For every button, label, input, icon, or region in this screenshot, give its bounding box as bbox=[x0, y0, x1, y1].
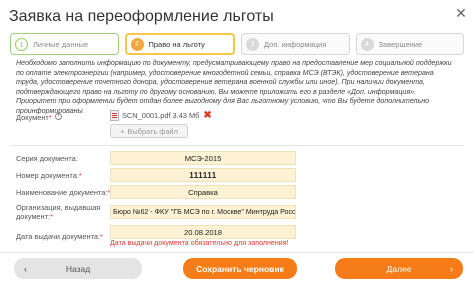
org-label-row: Организация, выдавшая документ:* bbox=[16, 203, 100, 221]
next-button[interactable]: Далее › bbox=[335, 258, 463, 279]
footer-divider bbox=[0, 252, 474, 253]
name-label: Наименование документа: bbox=[16, 188, 108, 197]
page-title: Заявка на переоформление льготы bbox=[9, 8, 274, 25]
required-mark: * bbox=[50, 212, 53, 221]
step-label: Завершение bbox=[378, 39, 423, 49]
required-mark: * bbox=[100, 232, 103, 241]
required-mark: * bbox=[48, 113, 52, 122]
choose-file-label: Выбрать файл bbox=[127, 126, 178, 136]
plus-icon: + bbox=[120, 126, 125, 136]
org-label-line2: документ: bbox=[16, 212, 51, 221]
series-field[interactable]: МСЭ-2015 bbox=[110, 151, 296, 165]
step-number: 1 bbox=[15, 37, 28, 51]
org-label-line1: Организация, выдавшая bbox=[16, 203, 101, 212]
step-additional-info[interactable]: 3 Доп. информация bbox=[241, 33, 350, 55]
name-label-row: Наименование документа:* bbox=[16, 188, 110, 197]
number-label-row: Номер документа:* bbox=[16, 171, 82, 180]
step-number: 3 bbox=[246, 37, 259, 51]
choose-file-button[interactable]: + Выбрать файл bbox=[110, 124, 188, 138]
save-draft-button[interactable]: Сохранить черновик bbox=[183, 258, 297, 279]
step-completion[interactable]: 4 Завершение bbox=[355, 33, 464, 55]
back-button[interactable]: ‹ Назад bbox=[14, 258, 142, 279]
step-personal-data[interactable]: 1 Личные данные bbox=[10, 33, 119, 55]
wizard-steps: 1 Личные данные 2 Право на льготу 3 Доп.… bbox=[10, 33, 464, 55]
file-name-link[interactable]: SCN_0001.pdf 3.43 Мб bbox=[122, 111, 199, 120]
document-label: Документ bbox=[16, 113, 49, 122]
pdf-file-icon bbox=[110, 110, 119, 121]
close-icon[interactable]: ✕ bbox=[454, 6, 468, 20]
step-label: Личные данные bbox=[33, 39, 89, 49]
name-field[interactable]: Справка bbox=[110, 185, 296, 199]
step-benefit-right[interactable]: 2 Право на льготу bbox=[124, 33, 235, 55]
step-number: 2 bbox=[130, 37, 144, 51]
document-label-row: Документ* ? bbox=[16, 113, 62, 122]
save-draft-label: Сохранить черновик bbox=[196, 263, 284, 274]
attached-file: SCN_0001.pdf 3.43 Мб ✖ bbox=[110, 110, 212, 121]
step-label: Право на льготу bbox=[148, 39, 205, 49]
step-label: Доп. информация bbox=[264, 39, 327, 49]
next-button-label: Далее bbox=[386, 263, 412, 274]
date-label: Дата выдачи документа: bbox=[16, 232, 101, 241]
chevron-left-icon: ‹ bbox=[24, 263, 27, 274]
instructions-text: Необходимо заполнить информацию по докум… bbox=[16, 59, 452, 115]
chevron-right-icon: › bbox=[450, 263, 453, 274]
date-field[interactable]: 20.08.2018 bbox=[110, 225, 296, 239]
number-field[interactable]: 111111 bbox=[110, 168, 296, 182]
help-icon[interactable]: ? bbox=[54, 113, 62, 120]
date-label-row: Дата выдачи документа:* bbox=[16, 232, 103, 241]
step-number: 4 bbox=[360, 37, 374, 51]
series-label: Серия документа: bbox=[16, 154, 78, 163]
date-error-message: Дата выдачи документа обязательно для за… bbox=[110, 239, 289, 247]
delete-file-icon[interactable]: ✖ bbox=[203, 110, 211, 120]
divider bbox=[10, 145, 464, 146]
number-label: Номер документа: bbox=[16, 171, 79, 180]
org-field[interactable]: Бюро №62 - ФКУ "ГБ МСЭ по г. Москве" Мин… bbox=[110, 205, 296, 219]
required-mark: * bbox=[78, 171, 82, 180]
back-button-label: Назад bbox=[65, 263, 91, 274]
